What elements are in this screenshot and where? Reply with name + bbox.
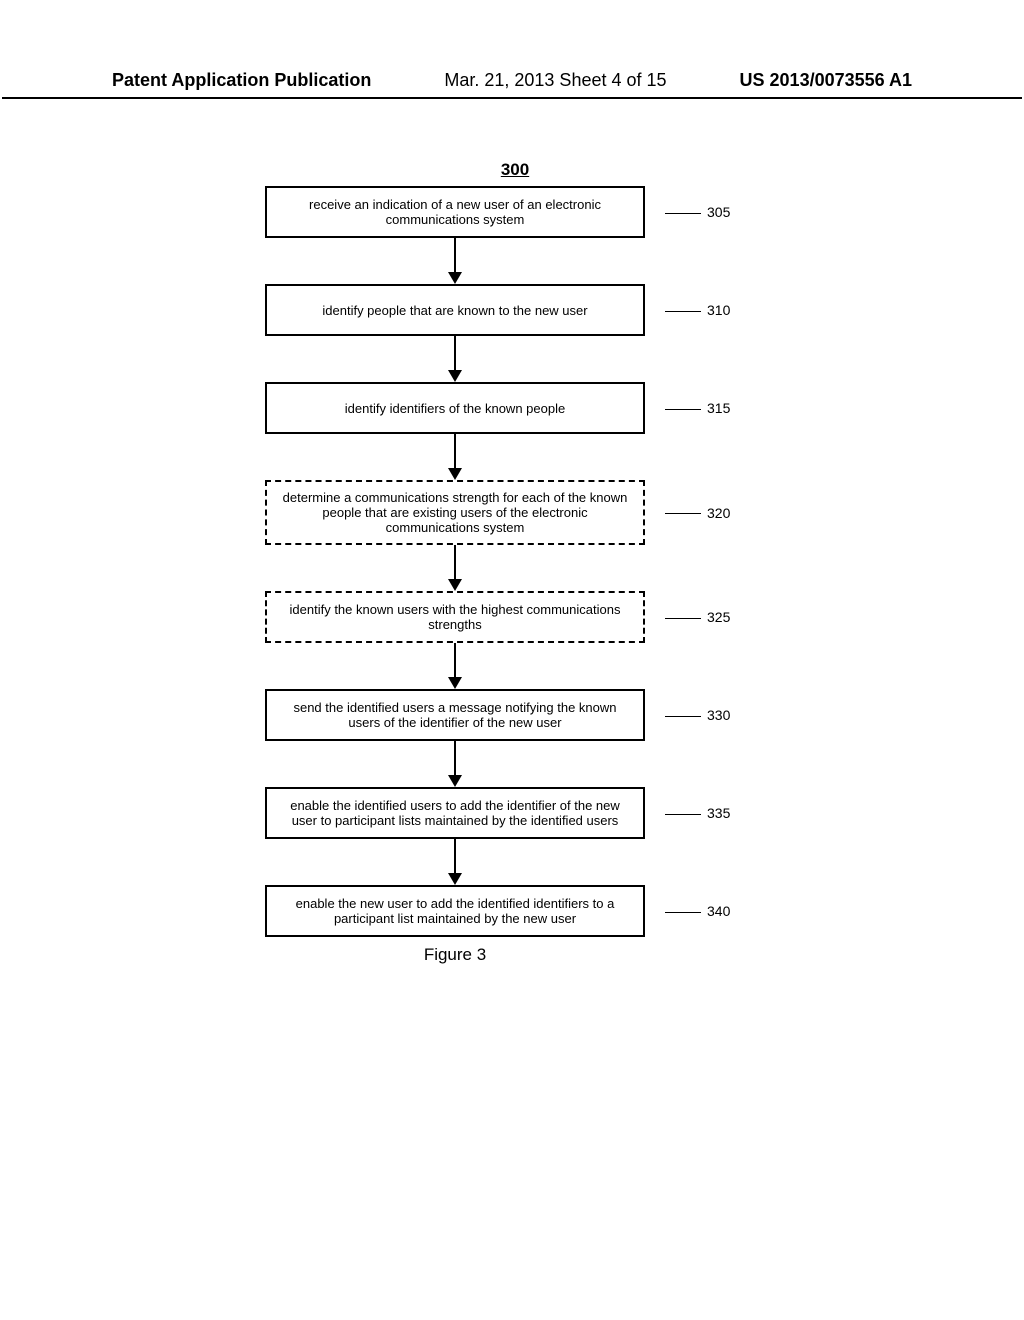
arrow-down-icon xyxy=(265,839,645,885)
figure-caption: Figure 3 xyxy=(265,945,645,965)
figure-number: 300 xyxy=(255,160,775,180)
leader-line xyxy=(665,513,701,514)
ref-label: 315 xyxy=(665,400,730,416)
flow-box: determine a communications strength for … xyxy=(265,480,645,545)
ref-number: 310 xyxy=(707,302,730,318)
flow-step-330: send the identified users a message noti… xyxy=(255,689,775,741)
leader-line xyxy=(665,814,701,815)
flow-step-325: identify the known users with the highes… xyxy=(255,591,775,643)
flow-step-310: identify people that are known to the ne… xyxy=(255,284,775,336)
leader-line xyxy=(665,912,701,913)
ref-label: 320 xyxy=(665,505,730,521)
page-header: Patent Application Publication Mar. 21, … xyxy=(2,70,1022,99)
ref-number: 340 xyxy=(707,903,730,919)
flowchart: 300 receive an indication of a new user … xyxy=(255,160,775,965)
header-left: Patent Application Publication xyxy=(112,70,371,91)
leader-line xyxy=(665,716,701,717)
flow-box: identify the known users with the highes… xyxy=(265,591,645,643)
ref-label: 310 xyxy=(665,302,730,318)
steps-container: receive an indication of a new user of a… xyxy=(255,186,775,937)
arrow-down-icon xyxy=(265,434,645,480)
flow-step-305: receive an indication of a new user of a… xyxy=(255,186,775,238)
flow-step-315: identify identifiers of the known people… xyxy=(255,382,775,434)
flow-box: send the identified users a message noti… xyxy=(265,689,645,741)
ref-number: 315 xyxy=(707,400,730,416)
flow-box: identify identifiers of the known people xyxy=(265,382,645,434)
flow-step-335: enable the identified users to add the i… xyxy=(255,787,775,839)
arrow-down-icon xyxy=(265,545,645,591)
leader-line xyxy=(665,213,701,214)
ref-label: 305 xyxy=(665,204,730,220)
ref-label: 340 xyxy=(665,903,730,919)
ref-number: 335 xyxy=(707,805,730,821)
leader-line xyxy=(665,409,701,410)
flow-step-340: enable the new user to add the identifie… xyxy=(255,885,775,937)
page: Patent Application Publication Mar. 21, … xyxy=(0,0,1024,1320)
ref-number: 325 xyxy=(707,609,730,625)
ref-number: 320 xyxy=(707,505,730,521)
flow-box: identify people that are known to the ne… xyxy=(265,284,645,336)
flow-step-320: determine a communications strength for … xyxy=(255,480,775,545)
ref-label: 330 xyxy=(665,707,730,723)
ref-label: 325 xyxy=(665,609,730,625)
flow-box: enable the new user to add the identifie… xyxy=(265,885,645,937)
ref-label: 335 xyxy=(665,805,730,821)
flow-box: enable the identified users to add the i… xyxy=(265,787,645,839)
ref-number: 305 xyxy=(707,204,730,220)
arrow-down-icon xyxy=(265,238,645,284)
arrow-down-icon xyxy=(265,336,645,382)
leader-line xyxy=(665,311,701,312)
leader-line xyxy=(665,618,701,619)
header-right: US 2013/0073556 A1 xyxy=(740,70,912,91)
arrow-down-icon xyxy=(265,741,645,787)
header-mid: Mar. 21, 2013 Sheet 4 of 15 xyxy=(444,70,666,91)
arrow-down-icon xyxy=(265,643,645,689)
flow-box: receive an indication of a new user of a… xyxy=(265,186,645,238)
ref-number: 330 xyxy=(707,707,730,723)
